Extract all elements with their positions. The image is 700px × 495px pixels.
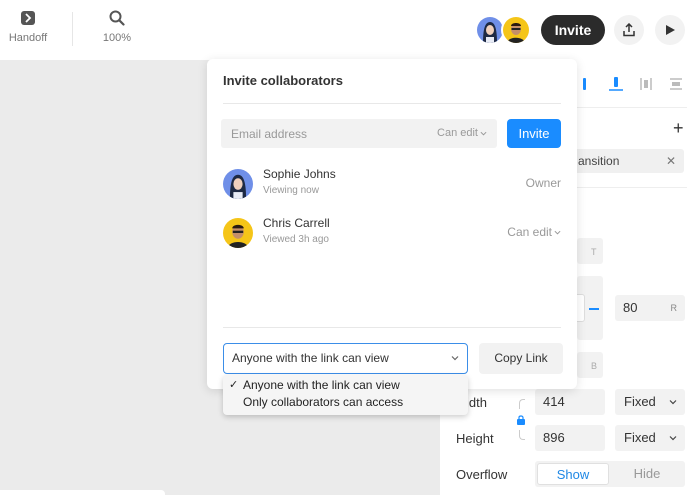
panel-divider <box>577 187 687 188</box>
member-name: Chris Carrell <box>263 216 330 230</box>
overflow-toggle: Show Hide <box>535 461 685 487</box>
padding-handle[interactable] <box>577 294 585 322</box>
height-field[interactable]: 896 <box>535 425 605 451</box>
transition-label: ansition <box>578 154 620 168</box>
padding-bottom-letter: B <box>591 361 598 371</box>
add-icon[interactable]: + <box>673 118 684 139</box>
chevron-down-icon <box>669 400 677 405</box>
width-value: 414 <box>543 394 565 409</box>
panel-divider <box>577 107 687 108</box>
play-button[interactable] <box>655 15 685 45</box>
modal-divider <box>223 103 561 104</box>
overflow-show-button[interactable]: Show <box>537 463 609 485</box>
member-role: Owner <box>525 176 561 190</box>
zoom-label: 100% <box>102 32 132 44</box>
play-icon <box>666 25 675 35</box>
lock-icon[interactable] <box>516 415 526 425</box>
link-access-dropdown: ✓ Anyone with the link can view Only col… <box>223 375 468 415</box>
zoom-tool[interactable]: 100% <box>89 10 145 44</box>
dropdown-option[interactable]: Only collaborators can access <box>243 395 403 409</box>
radius-field[interactable]: 80 R <box>615 295 685 321</box>
top-bar: Handoff 100% Invite <box>0 0 700 60</box>
invite-modal: Invite collaborators Can edit Invite Sop… <box>207 59 577 389</box>
avatar-chris-image <box>503 17 529 43</box>
member-row: Sophie Johns Viewing now Owner <box>223 167 561 201</box>
link-access-select[interactable]: Anyone with the link can view <box>223 343 468 374</box>
avatar-chris <box>223 218 253 248</box>
close-icon[interactable]: ✕ <box>666 149 676 173</box>
dropdown-option[interactable]: ✓ Anyone with the link can view <box>229 378 400 392</box>
dropdown-option-label: Only collaborators can access <box>243 395 404 409</box>
padding-top-field[interactable]: T <box>577 238 603 264</box>
handoff-icon <box>21 11 35 25</box>
chevron-down-icon <box>480 131 487 136</box>
padding-bottom-field[interactable]: B <box>577 352 603 378</box>
dropdown-option-label: Anyone with the link can view <box>243 378 400 392</box>
invite-button-top[interactable]: Invite <box>541 15 605 45</box>
toolbar-divider <box>72 12 73 46</box>
permission-value: Can edit <box>437 127 478 139</box>
distribute-vertical-icon[interactable] <box>668 76 684 92</box>
chevron-down-icon <box>554 231 561 235</box>
member-name: Sophie Johns <box>263 167 336 181</box>
overflow-hide-button[interactable]: Hide <box>611 463 683 485</box>
search-icon <box>109 10 125 26</box>
link-minus-icon[interactable] <box>589 308 599 310</box>
height-label: Height <box>456 431 494 446</box>
width-mode-select[interactable]: Fixed <box>615 389 685 415</box>
upload-icon <box>623 23 635 37</box>
overflow-label: Overflow <box>456 467 508 482</box>
padding-top-letter: T <box>591 247 597 257</box>
avatar-chris-image <box>223 218 253 248</box>
member-role-select[interactable]: Can edit <box>507 225 561 239</box>
radius-unit: R <box>670 303 678 313</box>
avatar-chris[interactable] <box>501 15 531 45</box>
width-field[interactable]: 414 <box>535 389 605 415</box>
width-label: idth <box>466 395 487 410</box>
align-bottom-icon[interactable] <box>608 76 624 92</box>
avatar-sophie-image <box>477 17 503 43</box>
modal-title: Invite collaborators <box>223 73 343 88</box>
member-status: Viewing now <box>263 185 319 196</box>
avatar-sophie-image <box>223 169 253 199</box>
lock-bracket-top <box>519 399 525 409</box>
height-mode-select[interactable]: Fixed <box>615 425 685 451</box>
member-status: Viewed 3h ago <box>263 234 329 245</box>
chevron-down-icon <box>669 436 677 441</box>
handoff-tool[interactable]: Handoff <box>0 10 56 44</box>
radius-value: 80 <box>623 300 638 315</box>
height-value: 896 <box>543 430 565 445</box>
email-row: Can edit <box>221 119 497 148</box>
check-icon: ✓ <box>229 379 239 391</box>
transition-chip[interactable]: ansition ✕ <box>570 149 684 173</box>
member-role: Can edit <box>507 225 552 239</box>
distribute-horizontal-icon[interactable] <box>638 76 654 92</box>
avatar-sophie <box>223 169 253 199</box>
share-button[interactable] <box>614 15 644 45</box>
height-mode-value: Fixed <box>624 430 656 445</box>
email-input[interactable] <box>221 119 421 148</box>
lock-bracket-bottom <box>519 430 525 440</box>
chevron-down-icon <box>451 356 459 361</box>
invite-button[interactable]: Invite <box>507 119 561 148</box>
member-row: Chris Carrell Viewed 3h ago Can edit <box>223 216 561 250</box>
align-left-icon[interactable] <box>577 76 593 92</box>
permission-select[interactable]: Can edit <box>437 127 487 139</box>
link-access-value: Anyone with the link can view <box>232 351 389 365</box>
modal-divider <box>223 327 561 328</box>
handoff-label: Handoff <box>8 32 48 44</box>
width-mode-value: Fixed <box>624 394 656 409</box>
copy-link-button[interactable]: Copy Link <box>479 343 563 374</box>
canvas-frame-edge <box>0 490 165 495</box>
